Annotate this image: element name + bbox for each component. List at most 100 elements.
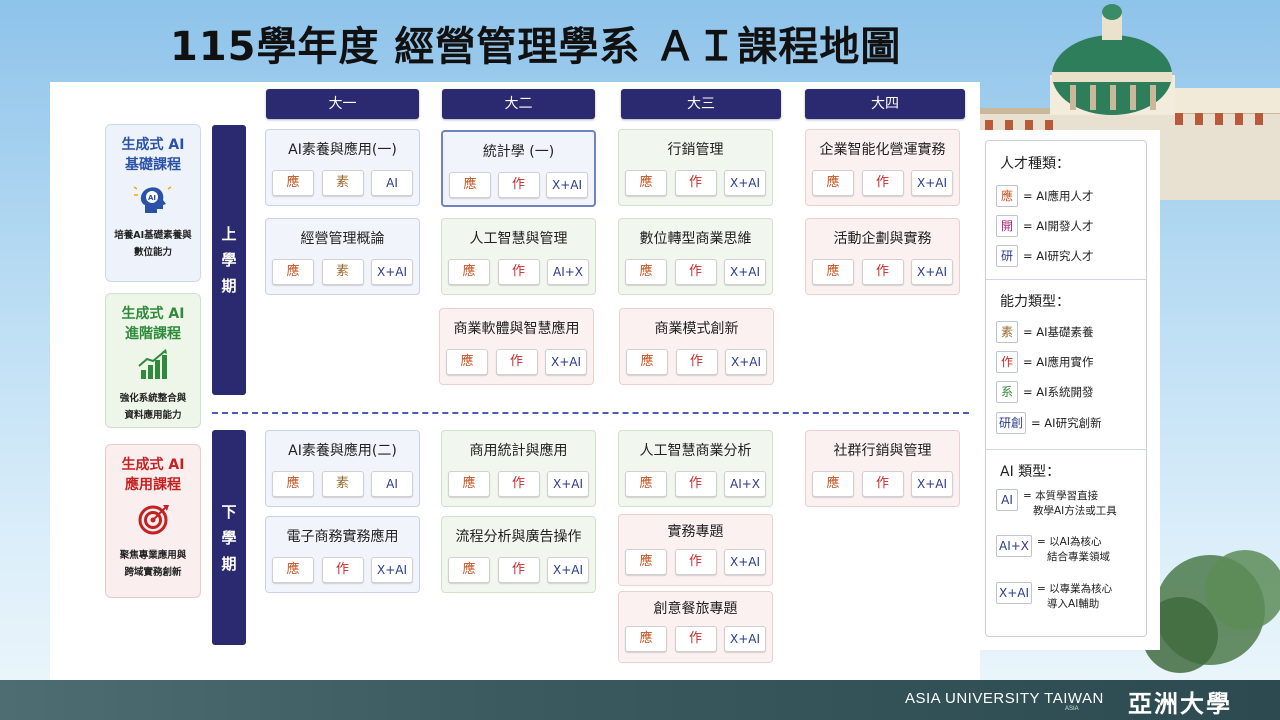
legend-key: 素 [996, 321, 1018, 343]
course-name: 統計學 (一) [482, 144, 555, 160]
course-card[interactable]: 經營管理概論 應 素 X+AI [265, 218, 420, 295]
course-card[interactable]: 流程分析與廣告操作 應 作 X+AI [441, 516, 596, 593]
ability-tag: 作 [674, 549, 717, 575]
category-basic: 生成式 AI 基礎課程 AI 培養AI基礎素養與 數位能力 [105, 124, 201, 282]
legend-item: 系 = AI系統開發 [996, 381, 1094, 403]
course-name: 流程分析與廣告操作 [455, 529, 582, 545]
course-name: 活動企劃與實務 [833, 231, 932, 247]
legend-key: AI+X [996, 535, 1033, 557]
course-card[interactable]: AI素養與應用(二) 應 素 AI [265, 430, 420, 507]
ai-type-tag: X+AI [724, 259, 766, 285]
course-card[interactable]: 行銷管理 應 作 X+AI [618, 129, 773, 206]
course-card[interactable]: 統計學 (一) 應 作 X+AI [441, 130, 596, 207]
legend-item: 開 = AI開發人才 [996, 215, 1094, 237]
legend-divider [986, 449, 1146, 450]
category-desc: 聚焦專業應用與 [119, 550, 187, 561]
course-card[interactable]: 數位轉型商業思維 應 作 X+AI [618, 218, 773, 295]
legend-text: = AI應用人才 [1023, 189, 1094, 203]
legend-item: 研 = AI研究人才 [996, 245, 1094, 267]
semester-char: 期 [221, 554, 237, 573]
ai-type-tag: X+AI [911, 259, 953, 285]
category-desc: 數位能力 [133, 247, 172, 258]
category-desc: 資料應用能力 [124, 410, 182, 421]
legend-key: 系 [996, 381, 1018, 403]
course-name: 人工智慧與管理 [469, 231, 568, 247]
talent-tag: 應 [626, 349, 668, 375]
talent-tag: 應 [272, 471, 314, 497]
legend-text: 導入AI輔助 [1047, 598, 1100, 610]
ability-tag: 作 [321, 557, 364, 583]
ai-type-tag: X+AI [724, 170, 766, 196]
target-icon [138, 505, 169, 535]
ability-tag: 作 [674, 471, 717, 497]
legend-ai-title: AI 類型： [1000, 464, 1061, 480]
ai-type-tag: X+AI [911, 471, 953, 497]
legend-text: = 以專業為核心 [1037, 583, 1113, 595]
course-card[interactable]: 商用統計與應用 應 作 X+AI [441, 430, 596, 507]
ai-type-tag: AI [371, 170, 413, 196]
course-card[interactable]: AI素養與應用(一) 應 素 AI [265, 129, 420, 206]
ai-type-tag: X+AI [546, 172, 588, 198]
talent-tag: 應 [625, 170, 667, 196]
ai-type-tag: X+AI [724, 549, 766, 575]
ai-type-tag: AI+X [547, 259, 589, 285]
course-name: 數位轉型商業思維 [639, 231, 752, 247]
legend-ability-title: 能力類型： [1000, 294, 1070, 310]
legend-item: 應 = AI應用人才 [996, 185, 1094, 207]
ai-type-tag: X+AI [371, 557, 413, 583]
course-card[interactable]: 人工智慧與管理 應 作 AI+X [441, 218, 596, 295]
course-card[interactable]: 商業軟體與智慧應用 應 作 X+AI [439, 308, 594, 385]
ability-tag: 素 [321, 170, 364, 196]
legend-text: = AI開發人才 [1023, 219, 1094, 233]
course-name: 經營管理概論 [300, 231, 385, 247]
legend-divider [986, 279, 1146, 280]
ability-tag: 作 [674, 259, 717, 285]
course-card[interactable]: 活動企劃與實務 應 作 X+AI [805, 218, 960, 295]
legend-key: 開 [996, 215, 1018, 237]
page-title: 115學年度 經營管理學系 ＡＩ課程地圖 [170, 24, 902, 70]
category-desc: 跨域實務創新 [124, 567, 182, 578]
course-card[interactable]: 商業模式創新 應 作 X+AI [619, 308, 774, 385]
ability-tag: 作 [674, 626, 717, 652]
ai-type-tag: X+AI [725, 349, 767, 375]
year-header-4: 大四 [805, 89, 965, 119]
legend-text: = AI系統開發 [1023, 385, 1094, 399]
legend-key: 作 [996, 351, 1018, 373]
legend-text: = AI研究創新 [1031, 416, 1102, 430]
ability-tag: 作 [861, 259, 904, 285]
legend-key: 研 [996, 245, 1018, 267]
tree-image [1142, 550, 1280, 673]
talent-tag: 應 [812, 471, 854, 497]
course-card[interactable]: 創意餐旅專題 應 作 X+AI [618, 591, 773, 663]
semester-char: 期 [221, 277, 237, 295]
course-card[interactable]: 人工智慧商業分析 應 作 AI+X [618, 430, 773, 507]
ability-tag: 作 [497, 471, 540, 497]
course-card[interactable]: 社群行銷與管理 應 作 X+AI [805, 430, 960, 507]
semester-char: 下 [221, 502, 237, 521]
ai-type-tag: X+AI [547, 557, 589, 583]
talent-tag: 應 [272, 170, 314, 196]
ability-tag: 作 [495, 349, 538, 375]
legend-text: 結合專業領域 [1047, 551, 1111, 563]
ability-tag: 作 [497, 557, 540, 583]
course-name: 商業模式創新 [654, 321, 739, 337]
semester-label-second: 下 學 期 [212, 430, 246, 645]
category-title: 進階課程 [125, 326, 181, 342]
legend-text: = AI應用實作 [1023, 355, 1094, 369]
course-card[interactable]: 實務專題 應 作 X+AI [618, 514, 773, 586]
legend-key: 研創 [996, 412, 1027, 434]
course-card[interactable]: 企業智能化營運實務 應 作 X+AI [805, 129, 960, 206]
legend-item: 研創 = AI研究創新 [996, 412, 1102, 434]
category-title: 生成式 AI [121, 306, 185, 322]
legend-text: = AI研究人才 [1023, 249, 1094, 263]
semester-char: 上 [221, 225, 237, 243]
legend: 人才種類： 應 = AI應用人才 開 = AI開發人才 研 = AI研究人才 能… [985, 140, 1147, 637]
ai-type-tag: X+AI [545, 349, 587, 375]
ability-tag: 作 [675, 349, 718, 375]
course-card[interactable]: 電子商務實務應用 應 作 X+AI [265, 516, 420, 593]
legend-text: = AI基礎素養 [1023, 325, 1094, 339]
course-name: 商業軟體與智慧應用 [453, 321, 580, 337]
talent-tag: 應 [812, 170, 854, 196]
talent-tag: 應 [449, 172, 491, 198]
category-advanced: 生成式 AI 進階課程 強化系統整合與 資料應用能力 [105, 293, 201, 428]
